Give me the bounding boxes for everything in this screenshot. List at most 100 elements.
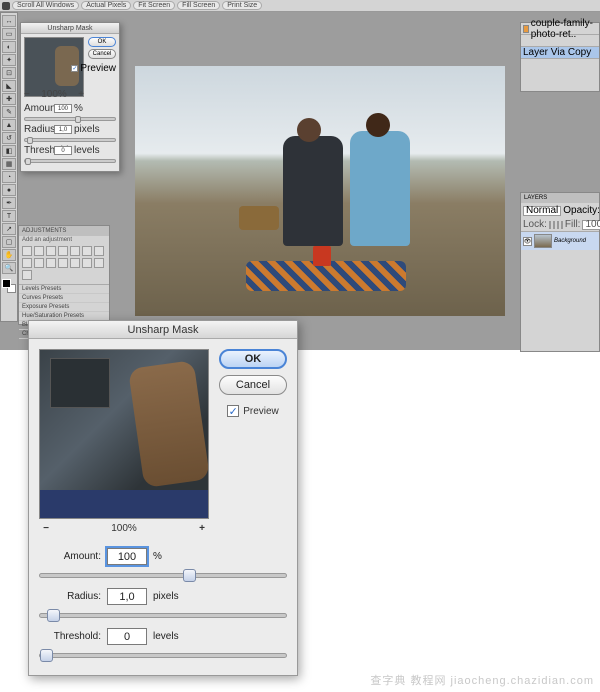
amount-field[interactable]: 100: [54, 104, 72, 113]
zoom-in-icon[interactable]: +: [78, 89, 84, 100]
layer-name: Background: [554, 238, 586, 244]
zoom-percent: 100%: [111, 523, 137, 534]
amount-slider[interactable]: [39, 573, 287, 578]
stamp-tool-icon[interactable]: ▲: [2, 119, 16, 131]
gradmap-icon[interactable]: [94, 258, 104, 268]
hand-tool-icon[interactable]: ✋: [2, 249, 16, 261]
slider-thumb-icon[interactable]: [40, 649, 53, 662]
move-tool-icon[interactable]: ↔: [2, 15, 16, 27]
exposure-icon[interactable]: [58, 246, 68, 256]
marquee-tool-icon[interactable]: ▭: [2, 28, 16, 40]
brightness-icon[interactable]: [22, 246, 32, 256]
hue-icon[interactable]: [82, 246, 92, 256]
canvas-figure-right: [350, 131, 410, 246]
blur-tool-icon[interactable]: ◔: [2, 171, 16, 183]
radius-slider[interactable]: [39, 613, 287, 618]
color-swatch[interactable]: [2, 279, 16, 293]
lock-trans-icon[interactable]: [549, 221, 551, 229]
lock-all-icon[interactable]: [561, 221, 563, 229]
document-canvas[interactable]: [135, 66, 505, 316]
type-tool-icon[interactable]: T: [2, 210, 16, 222]
fill-label: Fill:: [565, 219, 581, 230]
preview-checkbox[interactable]: ✓ Preview: [227, 405, 279, 417]
eraser-tool-icon[interactable]: ◧: [2, 145, 16, 157]
canvas-figure-left: [283, 136, 343, 246]
history-thumb-icon: [523, 25, 529, 33]
layers-panel: LAYERS Normal Opacity: 100% Lock: Fill: …: [520, 192, 600, 352]
zoom-in-icon[interactable]: +: [195, 523, 209, 534]
bw-icon[interactable]: [22, 258, 32, 268]
threshold-field[interactable]: 0: [107, 628, 147, 645]
slider-thumb-icon[interactable]: [183, 569, 196, 582]
brush-tool-icon[interactable]: ✎: [2, 106, 16, 118]
preset-item[interactable]: Levels Presets: [19, 285, 109, 294]
wand-tool-icon[interactable]: ✦: [2, 54, 16, 66]
crop-tool-icon[interactable]: ⊡: [2, 67, 16, 79]
colorbal-icon[interactable]: [94, 246, 104, 256]
vibrance-icon[interactable]: [70, 246, 80, 256]
threshold-adj-icon[interactable]: [82, 258, 92, 268]
lock-pos-icon[interactable]: [557, 221, 559, 229]
preset-item[interactable]: Exposure Presets: [19, 303, 109, 312]
canvas-cup: [313, 246, 331, 266]
radius-field[interactable]: 1,0: [107, 588, 147, 605]
zoom-percent: 100%: [41, 89, 67, 100]
invert-icon[interactable]: [58, 258, 68, 268]
preview-label: Preview: [80, 63, 116, 74]
pen-tool-icon[interactable]: ✒: [2, 197, 16, 209]
filter-preview[interactable]: [39, 349, 209, 519]
threshold-slider[interactable]: [24, 159, 116, 163]
cancel-button[interactable]: Cancel: [88, 49, 116, 59]
threshold-slider[interactable]: [39, 653, 287, 658]
opt-actual[interactable]: Actual Pixels: [81, 1, 131, 10]
history-brush-icon[interactable]: ↺: [2, 132, 16, 144]
levels-icon[interactable]: [34, 246, 44, 256]
amount-slider[interactable]: [24, 117, 116, 121]
preview-checkbox[interactable]: ✓ Preview: [71, 63, 116, 74]
radius-field[interactable]: 1,0: [54, 125, 72, 134]
curves-icon[interactable]: [46, 246, 56, 256]
ok-button[interactable]: OK: [88, 37, 116, 47]
panel-title: ADJUSTMENTS: [19, 226, 109, 236]
path-tool-icon[interactable]: ↗: [2, 223, 16, 235]
amount-unit: %: [153, 551, 162, 562]
lasso-tool-icon[interactable]: ◐: [2, 41, 16, 53]
selcolor-icon[interactable]: [22, 270, 32, 280]
opt-fit[interactable]: Fit Screen: [133, 1, 175, 10]
cancel-button[interactable]: Cancel: [219, 375, 287, 395]
history-item[interactable]: Layer Via Copy: [521, 47, 599, 59]
fill-field[interactable]: 100%: [582, 220, 600, 230]
shape-tool-icon[interactable]: ▢: [2, 236, 16, 248]
opt-fill[interactable]: Fill Screen: [177, 1, 220, 10]
blend-mode-select[interactable]: Normal: [523, 206, 561, 216]
history-item[interactable]: couple-family-photo-ret..: [521, 23, 599, 35]
heal-tool-icon[interactable]: ✚: [2, 93, 16, 105]
threshold-field[interactable]: 0: [54, 146, 72, 155]
preset-item[interactable]: Curves Presets: [19, 294, 109, 303]
zoom-out-icon[interactable]: −: [39, 523, 53, 534]
history-label: Layer Via Copy: [523, 47, 591, 58]
amount-field[interactable]: 100: [107, 548, 147, 565]
lock-paint-icon[interactable]: [553, 221, 555, 229]
channel-icon[interactable]: [46, 258, 56, 268]
opt-scroll[interactable]: Scroll All Windows: [12, 1, 79, 10]
radius-label: Radius:: [39, 591, 101, 602]
layer-row[interactable]: 👁 Background: [521, 231, 599, 250]
eyedropper-tool-icon[interactable]: ◣: [2, 80, 16, 92]
ok-button[interactable]: OK: [219, 349, 287, 369]
zoom-tool-icon[interactable]: 🔍: [2, 262, 16, 274]
gradient-tool-icon[interactable]: ▦: [2, 158, 16, 170]
visibility-icon[interactable]: 👁: [523, 237, 532, 246]
photo-filter-icon[interactable]: [34, 258, 44, 268]
unsharp-mask-dialog: Unsharp Mask − 100% + OK Cancel ✓ Previe…: [28, 320, 298, 676]
dodge-tool-icon[interactable]: ●: [2, 184, 16, 196]
dialog-title: Unsharp Mask: [21, 23, 119, 34]
opacity-label: Opacity:: [563, 205, 600, 216]
radius-slider[interactable]: [24, 138, 116, 142]
zoom-out-icon[interactable]: −: [24, 89, 30, 100]
poster-icon[interactable]: [70, 258, 80, 268]
opt-print[interactable]: Print Size: [222, 1, 262, 10]
slider-thumb-icon[interactable]: [47, 609, 60, 622]
canvas-basket: [239, 206, 279, 230]
preview-label: Preview: [243, 406, 279, 417]
